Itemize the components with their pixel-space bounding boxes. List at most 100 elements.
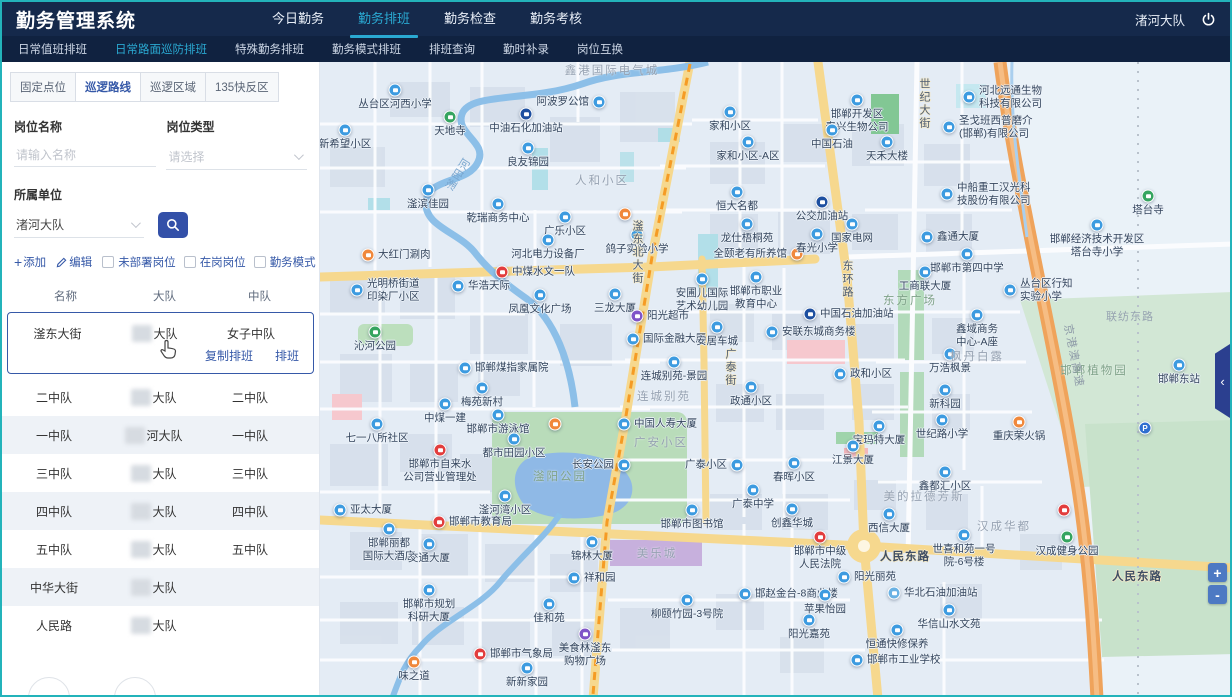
poi-marker[interactable] xyxy=(444,111,457,124)
table-row[interactable]: 四中队大队四中队 xyxy=(2,492,319,530)
poi-marker[interactable] xyxy=(881,136,894,149)
poi-marker[interactable] xyxy=(668,356,681,369)
poi-marker[interactable] xyxy=(943,604,956,617)
poi-marker[interactable] xyxy=(609,288,622,301)
table-row[interactable]: 人民路大队 xyxy=(2,606,319,644)
poi-marker[interactable] xyxy=(496,266,509,279)
poi-marker[interactable] xyxy=(724,106,737,119)
poi-marker[interactable] xyxy=(339,124,352,137)
poi-marker[interactable] xyxy=(961,248,974,261)
panel-tab[interactable]: 固定点位 xyxy=(10,72,76,102)
poi-marker[interactable] xyxy=(568,572,581,585)
table-row[interactable]: 一中队河大队一中队 xyxy=(2,416,319,454)
poi-marker[interactable] xyxy=(522,142,535,155)
panel-tab[interactable]: 巡逻路线 xyxy=(75,72,141,102)
nav-item[interactable]: 今日勤务 xyxy=(270,2,326,36)
poi-marker[interactable] xyxy=(766,326,779,339)
poi-marker[interactable] xyxy=(618,459,631,472)
table-row[interactable]: 滏东大街大队女子中队复制排班排班 xyxy=(7,312,314,374)
filter-checkbox[interactable]: 在岗岗位 xyxy=(184,254,246,270)
poi-marker[interactable] xyxy=(520,108,533,121)
table-row[interactable]: 五中队大队五中队 xyxy=(2,530,319,568)
poi-marker[interactable] xyxy=(586,536,599,549)
poi-marker[interactable] xyxy=(1142,190,1155,203)
table-row[interactable]: 二中队大队二中队 xyxy=(2,378,319,416)
poi-marker[interactable] xyxy=(834,368,847,381)
poi-marker[interactable] xyxy=(819,589,832,602)
table-row[interactable]: 中华大街大队 xyxy=(2,568,319,606)
add-button[interactable]: +添加 xyxy=(14,254,46,270)
subnav-item[interactable]: 排班查询 xyxy=(429,41,475,57)
row-action-复制排班[interactable]: 复制排班 xyxy=(205,347,253,364)
poi-marker[interactable] xyxy=(542,234,555,247)
filter-checkbox[interactable]: 未部署岗位 xyxy=(102,254,176,270)
poi-marker[interactable] xyxy=(423,538,436,551)
poi-marker[interactable] xyxy=(958,529,971,542)
poi-marker[interactable] xyxy=(711,321,724,334)
poi-marker[interactable] xyxy=(963,91,976,104)
subnav-item[interactable]: 勤时补录 xyxy=(503,41,549,57)
poi-marker[interactable] xyxy=(452,280,465,293)
pagination-next-button[interactable] xyxy=(114,677,156,695)
subnav-item[interactable]: 勤务模式排班 xyxy=(332,41,401,57)
panel-collapse-handle[interactable]: ‹ xyxy=(1215,344,1230,418)
poi-marker[interactable] xyxy=(499,490,512,503)
poi-marker[interactable] xyxy=(791,248,804,261)
logout-power-icon[interactable] xyxy=(1201,12,1216,27)
nav-item[interactable]: 勤务检查 xyxy=(442,2,498,36)
poi-marker[interactable] xyxy=(476,382,489,395)
poi-marker[interactable] xyxy=(362,249,375,262)
filter-checkbox[interactable]: 勤务模式 xyxy=(254,254,316,270)
poi-marker[interactable] xyxy=(439,398,452,411)
poi-marker[interactable] xyxy=(921,231,934,244)
poi-marker[interactable] xyxy=(851,654,864,667)
poi-marker[interactable] xyxy=(474,648,487,661)
poi-marker[interactable] xyxy=(1139,422,1152,435)
poi-marker[interactable] xyxy=(873,420,886,433)
zoom-out-button[interactable]: - xyxy=(1208,585,1227,604)
post-type-select[interactable]: 请选择 xyxy=(166,144,307,170)
poi-marker[interactable] xyxy=(383,523,396,536)
poi-marker[interactable] xyxy=(1061,531,1074,544)
poi-marker[interactable] xyxy=(1013,416,1026,429)
poi-marker[interactable] xyxy=(1058,504,1071,517)
poi-marker[interactable] xyxy=(816,196,829,209)
unit-select[interactable]: 渚河大队 xyxy=(14,212,144,238)
post-name-input[interactable] xyxy=(14,144,156,167)
search-button[interactable] xyxy=(158,212,188,238)
poi-marker[interactable] xyxy=(846,218,859,231)
poi-marker[interactable] xyxy=(434,444,447,457)
poi-marker[interactable] xyxy=(549,418,562,431)
poi-marker[interactable] xyxy=(786,503,799,516)
map-container[interactable]: 丛台区河西小学天地寺中油石化加油站良友锦园阿波罗公馆新希望小区滏滨佳园乾瑞商务中… xyxy=(320,62,1230,695)
poi-marker[interactable] xyxy=(883,508,896,521)
poi-marker[interactable] xyxy=(731,186,744,199)
poi-marker[interactable] xyxy=(423,584,436,597)
poi-marker[interactable] xyxy=(750,271,763,284)
poi-marker[interactable] xyxy=(627,333,640,346)
poi-marker[interactable] xyxy=(891,624,904,637)
poi-marker[interactable] xyxy=(559,211,572,224)
poi-marker[interactable] xyxy=(334,504,347,517)
poi-marker[interactable] xyxy=(534,289,547,302)
poi-marker[interactable] xyxy=(826,124,839,137)
poi-marker[interactable] xyxy=(971,309,984,322)
poi-marker[interactable] xyxy=(747,484,760,497)
poi-marker[interactable] xyxy=(408,656,421,669)
poi-marker[interactable] xyxy=(631,310,644,323)
poi-marker[interactable] xyxy=(593,96,606,109)
poi-marker[interactable] xyxy=(492,409,505,422)
nav-item[interactable]: 勤务排班 xyxy=(356,2,412,36)
poi-marker[interactable] xyxy=(681,594,694,607)
poi-marker[interactable] xyxy=(492,198,505,211)
panel-tab[interactable]: 135快反区 xyxy=(205,72,279,102)
poi-marker[interactable] xyxy=(838,571,851,584)
poi-marker[interactable] xyxy=(847,440,860,453)
poi-marker[interactable] xyxy=(631,229,644,242)
poi-marker[interactable] xyxy=(686,504,699,517)
subnav-item[interactable]: 岗位互换 xyxy=(577,41,623,57)
table-row[interactable]: 三中队大队三中队 xyxy=(2,454,319,492)
poi-marker[interactable] xyxy=(939,384,952,397)
poi-marker[interactable] xyxy=(745,381,758,394)
subnav-item[interactable]: 日常路面巡防排班 xyxy=(115,41,207,57)
